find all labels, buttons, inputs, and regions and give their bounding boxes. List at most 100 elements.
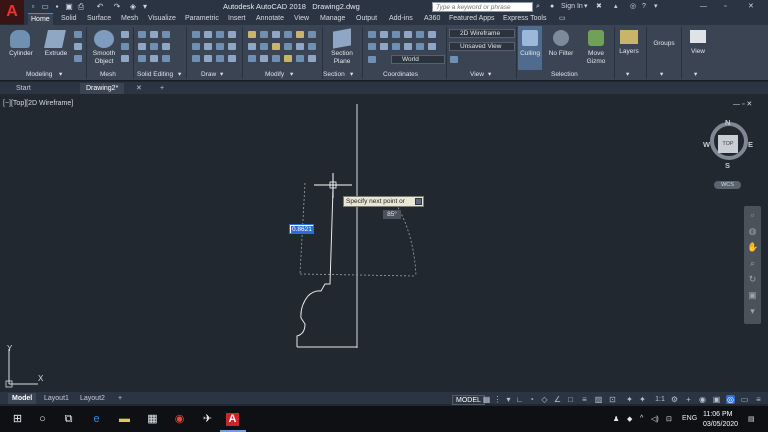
modify-tool-icon[interactable] (308, 55, 316, 62)
layers-icon[interactable] (620, 30, 638, 44)
section-plane-icon[interactable] (333, 28, 351, 49)
no-filter-select[interactable]: No Filter (546, 50, 576, 57)
tab-annotate[interactable]: Annotate (253, 13, 287, 25)
panel-mesh-title[interactable]: Mesh (100, 70, 116, 79)
ucs-tool-icon[interactable] (428, 31, 436, 38)
ucs-tool-icon[interactable] (368, 43, 376, 50)
autocad-logo-icon[interactable]: A (0, 0, 24, 24)
tab-manage[interactable]: Manage (317, 13, 348, 25)
tab-mesh[interactable]: Mesh (118, 13, 141, 25)
transparency-icon[interactable]: ▨ (594, 395, 603, 404)
annotation-scale-select[interactable]: 1:1 (653, 395, 667, 404)
compass-west[interactable]: W (703, 140, 710, 149)
save-as-icon[interactable]: ▣ (64, 1, 74, 12)
groups-button[interactable]: Groups (650, 40, 678, 47)
solid-edit-icon[interactable] (150, 31, 158, 38)
stretch-icon[interactable] (272, 43, 280, 50)
gear-icon[interactable]: ⚙ (670, 395, 679, 404)
copy-icon[interactable] (296, 31, 304, 38)
snap-icon[interactable]: ⋮ (493, 395, 502, 404)
auto-scale-icon[interactable]: ✦ (638, 395, 647, 404)
selection-cycling-icon[interactable]: ⊡ (608, 395, 617, 404)
length-value[interactable]: 0.8621 (291, 226, 313, 233)
move-icon[interactable] (248, 31, 256, 38)
arc-icon[interactable] (228, 31, 236, 38)
navbar-settings-icon[interactable]: ▾ (747, 306, 758, 317)
culling-label[interactable]: Culling (516, 50, 544, 57)
object-snap-icon[interactable]: □ (566, 395, 575, 404)
ucs-icon[interactable] (368, 31, 376, 38)
new-layout-icon[interactable]: + (114, 393, 126, 404)
tab-featured-apps[interactable]: Featured Apps (446, 13, 498, 25)
panel-selection-title[interactable]: Selection (551, 70, 578, 79)
tab-output[interactable]: Output (353, 13, 380, 25)
hardware-acceleration-icon[interactable]: ▣ (712, 395, 721, 404)
mesh-tool-icon[interactable] (121, 43, 129, 50)
panel-modeling-dropdown-icon[interactable]: ▾ (59, 70, 62, 79)
sign-in-dropdown-icon[interactable]: ▾ (584, 1, 588, 12)
move-gizmo-label-2[interactable]: Gizmo (581, 58, 611, 65)
modify-tool-icon[interactable] (284, 55, 292, 62)
angle-input-field[interactable]: 85° (383, 210, 401, 219)
tab-parametric[interactable]: Parametric (182, 13, 222, 25)
polygon-icon[interactable] (204, 43, 212, 50)
layout2-tab[interactable]: Layout2 (76, 393, 109, 404)
task-view-icon[interactable]: ⧉ (62, 413, 75, 426)
notifications-icon[interactable]: ▤ (748, 415, 755, 423)
panel-section-dropdown-icon[interactable]: ▾ (350, 70, 353, 79)
hatch-icon[interactable] (192, 55, 200, 62)
smooth-object-label-2[interactable]: Object (88, 58, 120, 65)
array-icon[interactable] (296, 43, 304, 50)
calculator-icon[interactable]: ▦ (146, 413, 159, 426)
erase-icon[interactable] (284, 31, 292, 38)
panel-modify-dropdown-icon[interactable]: ▾ (290, 70, 293, 79)
point-icon[interactable] (228, 55, 236, 62)
modify-tool-icon[interactable] (272, 55, 280, 62)
layers-button[interactable]: Layers (615, 48, 643, 55)
culling-icon[interactable] (522, 30, 538, 46)
extrude-icon[interactable] (44, 30, 66, 48)
groups-dropdown-icon[interactable]: ▾ (660, 70, 663, 79)
qat-dropdown-icon[interactable]: ▾ (140, 1, 150, 12)
section-plane-label-2[interactable]: Plane (326, 58, 358, 65)
section-plane-label-1[interactable]: Section (326, 50, 358, 57)
search-box[interactable] (432, 2, 533, 12)
view-panel-button[interactable]: View (684, 48, 712, 55)
region-icon[interactable] (204, 55, 212, 62)
polyline-icon[interactable] (204, 31, 212, 38)
exchange-icon[interactable]: ✖ (596, 1, 602, 12)
mesh-tool-icon[interactable] (121, 55, 129, 62)
tab-view[interactable]: View (291, 13, 312, 25)
new-tab-icon[interactable]: + (154, 83, 170, 94)
visual-style-select[interactable]: 2D Wireframe (449, 29, 515, 38)
redo-icon[interactable]: ↷ (112, 1, 122, 12)
app-icon[interactable]: ✈ (201, 413, 214, 426)
print-icon[interactable]: ⎙ (76, 1, 86, 12)
solid-edit-icon[interactable] (162, 55, 170, 62)
customization-icon[interactable]: ▭ (740, 395, 749, 404)
stay-connected-icon[interactable]: ◎ (630, 1, 636, 12)
ucs-tool-icon[interactable] (392, 43, 400, 50)
ucs-globe-icon[interactable] (368, 56, 376, 63)
length-input-field[interactable]: 0.8621 (289, 224, 314, 234)
object-snap-tracking-icon[interactable]: ∠ (553, 395, 562, 404)
undo-icon[interactable]: ↶ (95, 1, 105, 12)
solid-edit-icon[interactable] (162, 31, 170, 38)
tab-insert[interactable]: Insert (225, 13, 249, 25)
model-space-button[interactable]: MODEL (452, 395, 485, 405)
ribbon-minimize-icon[interactable]: ▭ (556, 13, 569, 25)
plus-icon[interactable]: + (684, 395, 693, 404)
viewport-config-icon[interactable] (450, 56, 458, 63)
help-dropdown-icon[interactable]: ▾ (654, 1, 658, 12)
new-file-icon[interactable]: ▫ (28, 1, 38, 12)
minimize-icon[interactable]: — (700, 1, 707, 12)
ucs-tool-icon[interactable] (380, 43, 388, 50)
search-icon[interactable]: ⌕ (536, 1, 540, 12)
search-input[interactable] (433, 3, 532, 11)
solid-edit-icon[interactable] (138, 43, 146, 50)
modify-tool-icon[interactable] (248, 55, 256, 62)
tab-surface[interactable]: Surface (84, 13, 114, 25)
ucs-tool-icon[interactable] (380, 31, 388, 38)
compass-north[interactable]: N (725, 118, 730, 127)
intersect-icon[interactable] (74, 55, 82, 62)
